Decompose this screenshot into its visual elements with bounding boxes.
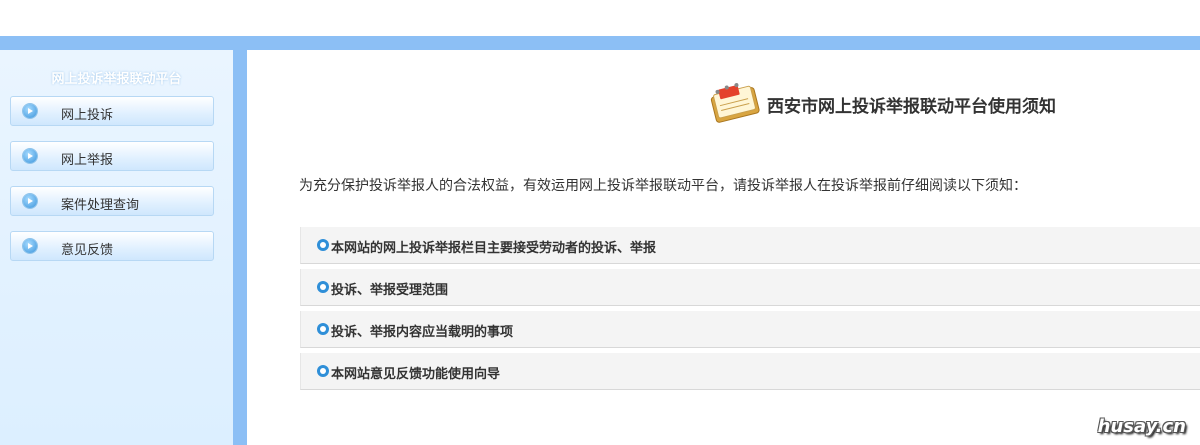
sidebar-item-label: 意见反馈 [61, 243, 114, 258]
arrow-circle-icon [23, 104, 37, 118]
sidebar-item-feedback[interactable]: 意见反馈 [10, 231, 214, 261]
notice-item-acceptance-range[interactable]: 投诉、举报受理范围 [300, 269, 1200, 306]
watermark: husay.cn [1097, 416, 1186, 437]
notice-item-scope-of-acceptance[interactable]: 本网站的网上投诉举报栏目主要接受劳动者的投诉、举报 [300, 227, 1200, 264]
bullet-circle-icon [317, 365, 329, 377]
bullet-circle-icon [317, 323, 329, 335]
sidebar: 网上投诉举报联动平台 网上投诉 网上举报 案件处理查询 意见反馈 [0, 50, 233, 445]
sidebar-item-case-query[interactable]: 案件处理查询 [10, 186, 214, 216]
sidebar-item-label: 网上举报 [61, 153, 114, 168]
bullet-circle-icon [317, 239, 329, 251]
notice-label: 投诉、举报内容应当载明的事项 [331, 325, 514, 340]
page-title: 西安市网上投诉举报联动平台使用须知 [767, 97, 1056, 117]
sidebar-divider [233, 50, 247, 445]
top-banner-bar [0, 36, 1200, 50]
notice-label: 投诉、举报受理范围 [331, 283, 449, 298]
sidebar-item-online-report[interactable]: 网上举报 [10, 141, 214, 171]
main-content: 西安市网上投诉举报联动平台使用须知 为充分保护投诉举报人的合法权益，有效运用网上… [247, 50, 1200, 445]
arrow-circle-icon [23, 149, 37, 163]
notice-item-feedback-guide[interactable]: 本网站意见反馈功能使用向导 [300, 353, 1200, 390]
sidebar-item-online-complaint[interactable]: 网上投诉 [10, 96, 214, 126]
sidebar-item-label: 案件处理查询 [61, 198, 140, 213]
sidebar-title: 网上投诉举报联动平台 [51, 72, 182, 87]
intro-text: 为充分保护投诉举报人的合法权益，有效运用网上投诉举报联动平台，请投诉举报人在投诉… [299, 178, 1027, 194]
notice-label: 本网站意见反馈功能使用向导 [331, 367, 501, 382]
bullet-circle-icon [317, 281, 329, 293]
sidebar-menu: 网上投诉 网上举报 案件处理查询 意见反馈 [10, 96, 214, 276]
arrow-circle-icon [23, 239, 37, 253]
arrow-circle-icon [23, 194, 37, 208]
notice-label: 本网站的网上投诉举报栏目主要接受劳动者的投诉、举报 [331, 241, 657, 256]
top-blank-area [0, 0, 1200, 36]
sidebar-item-label: 网上投诉 [61, 108, 114, 123]
notice-list: 本网站的网上投诉举报栏目主要接受劳动者的投诉、举报 投诉、举报受理范围 投诉、举… [300, 227, 1200, 395]
notice-item-required-content[interactable]: 投诉、举报内容应当载明的事项 [300, 311, 1200, 348]
notepad-icon [710, 83, 760, 123]
